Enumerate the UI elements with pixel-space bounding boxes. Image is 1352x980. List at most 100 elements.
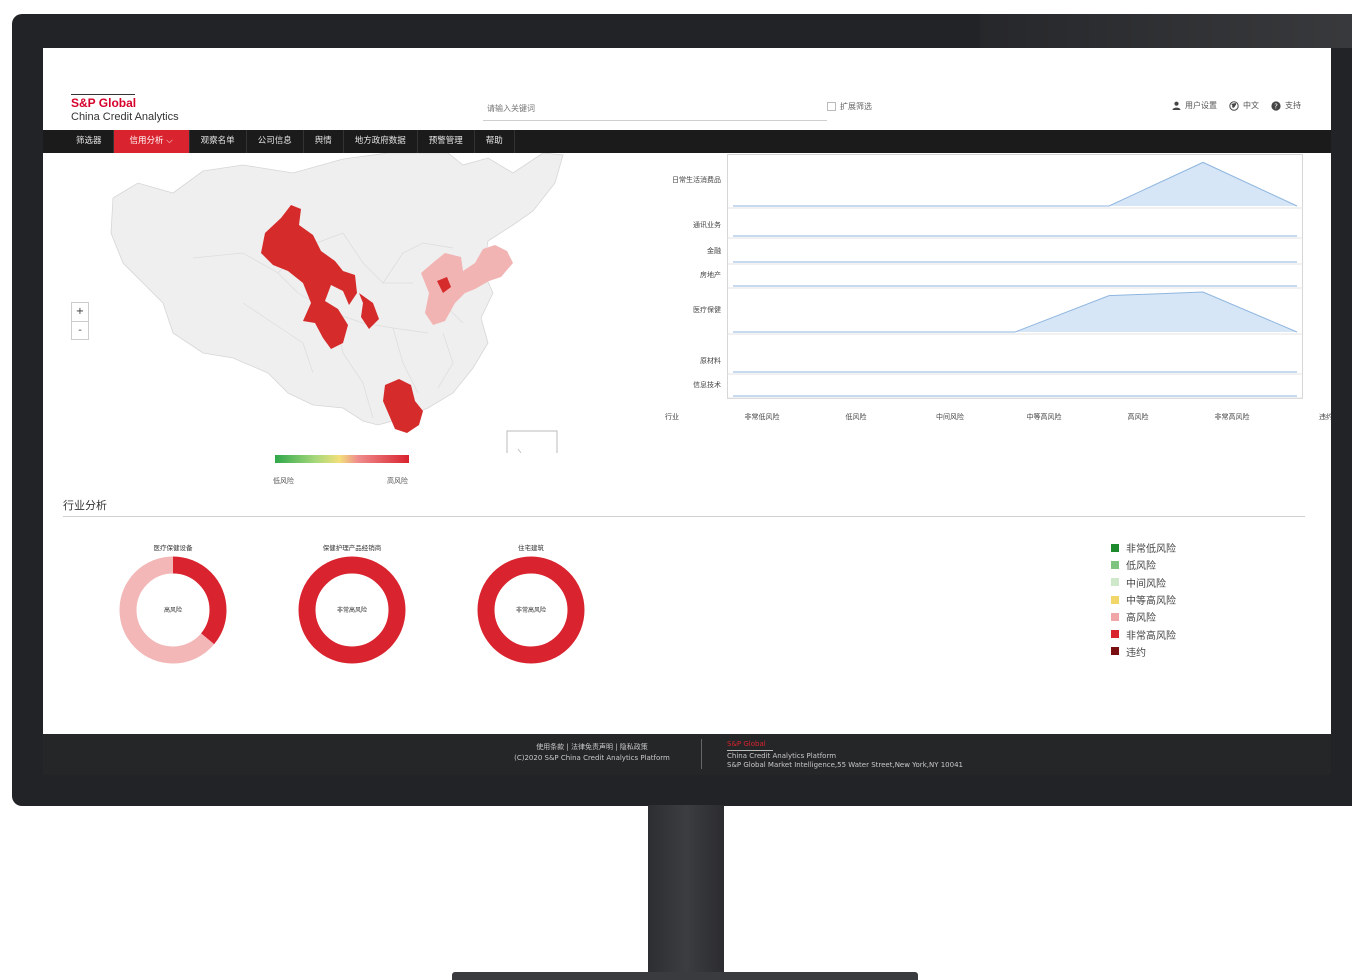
map-region-base [110, 152, 564, 426]
user-settings-link[interactable]: 用户设置 [1172, 100, 1217, 111]
zoom-out-button[interactable]: - [72, 321, 88, 339]
china-risk-map[interactable] [43, 152, 603, 494]
expand-filter[interactable]: 扩展筛选 [827, 101, 872, 112]
logo-brand: S&P Global [71, 96, 137, 110]
x-tick-label: 中等高风险 [1026, 413, 1062, 421]
monitor-stand [648, 805, 724, 980]
legend-label: 中等高风险 [1126, 596, 1176, 608]
footer-address: S&P Global Market Intelligence,55 Water … [727, 761, 963, 769]
monitor-stand-base [452, 972, 918, 980]
legend-item[interactable]: 高风险 [1111, 608, 1176, 625]
legend-low-label: 低风险 [273, 477, 294, 485]
nav-item[interactable]: 公司信息 [247, 130, 304, 153]
x-tick-label: 非常低风险 [744, 413, 780, 421]
language-label: 中文 [1243, 101, 1259, 110]
legend-swatch [1111, 647, 1119, 656]
industry-risk-chart: 日常生活消费品通讯业务金融房地产医疗保健原材料信息技术行业 非常低风险 低风险 中间风… [633, 154, 1331, 434]
monitor-glare [980, 14, 1352, 48]
legend-label: 非常高风险 [1126, 630, 1176, 642]
y-axis-label: 医疗保健 [693, 306, 721, 314]
nav-item[interactable]: 筛选器 [65, 130, 114, 153]
support-label: 支持 [1285, 101, 1301, 110]
svg-text:?: ? [1274, 102, 1278, 110]
expand-filter-checkbox[interactable] [827, 102, 836, 111]
help-icon: ? [1271, 100, 1281, 111]
main-nav: 筛选器 信用分析 ⌵ 观察名单 公司信息 舆情 地方政府数据 预警管理 帮助 [43, 130, 1331, 153]
legend-label: 中间风险 [1126, 578, 1166, 590]
legend-label: 违约 [1126, 647, 1146, 659]
footer-divider [701, 739, 702, 769]
legend-swatch [1111, 630, 1119, 639]
series-area [733, 292, 1297, 332]
x-tick-label: 违约 [1319, 413, 1331, 421]
nav-item[interactable]: 信用分析 ⌵ [113, 130, 190, 153]
legend-item[interactable]: 中等高风险 [1111, 591, 1176, 608]
risk-legend: 非常低风险低风险中间风险中等高风险高风险非常高风险违约 [1111, 539, 1176, 660]
language-link[interactable]: 中文 [1229, 100, 1259, 111]
chart-plot-area [727, 154, 1303, 399]
footer-right: S&P Global China Credit Analytics Platfo… [727, 740, 963, 771]
legend-item[interactable]: 中间风险 [1111, 574, 1176, 591]
legend-item[interactable]: 低风险 [1111, 556, 1176, 573]
nav-item[interactable]: 舆情 [304, 130, 344, 153]
donut-center-label: 高风险 [163, 607, 182, 614]
south-sea-inset [506, 430, 558, 494]
legend-item[interactable]: 非常低风险 [1111, 539, 1176, 556]
footer-copyright: (C)2020 S&P China Credit Analytics Platf… [514, 754, 670, 762]
x-tick-label: 中间风险 [936, 413, 964, 421]
header-actions: 用户设置 中文 ? 支持 [1172, 100, 1301, 111]
footer-platform: China Credit Analytics Platform [727, 751, 837, 760]
expand-filter-label: 扩展筛选 [840, 102, 872, 111]
logo-rule [71, 94, 135, 95]
footer-brand-rule [727, 749, 773, 751]
donut-center-label: 非常高风险 [336, 607, 367, 614]
x-tick-label: 低风险 [845, 413, 867, 421]
section-title: 行业分析 [63, 499, 107, 512]
legend-swatch [1111, 560, 1119, 569]
y-axis-label: 金融 [707, 247, 721, 255]
footer-links[interactable]: 使用条款 | 法律免责声明 | 隐私政策 [483, 742, 701, 753]
south-sea-islands [512, 448, 544, 488]
search-input[interactable] [483, 97, 827, 121]
logo[interactable]: S&P Global China Credit Analytics [71, 94, 179, 124]
nav-item[interactable]: 观察名单 [190, 130, 247, 153]
legend-swatch [1111, 578, 1119, 587]
x-tick-label: 高风险 [1127, 413, 1149, 421]
zoom-in-button[interactable]: + [72, 303, 88, 321]
legend-label: 非常低风险 [1126, 544, 1176, 556]
section-divider [63, 516, 1305, 517]
y-axis-label: 信息技术 [693, 381, 721, 389]
legend-high-label: 高风险 [387, 477, 408, 485]
nav-item[interactable]: 帮助 [475, 130, 515, 153]
user-settings-label: 用户设置 [1185, 101, 1217, 110]
y-axis-label: 原材料 [700, 357, 721, 365]
legend-item[interactable]: 违约 [1111, 643, 1176, 660]
legend-swatch [1111, 595, 1119, 604]
legend-label: 高风险 [1126, 613, 1156, 625]
map-canvas [110, 152, 564, 494]
legend-swatch [1111, 543, 1119, 552]
app-header: S&P Global China Credit Analytics 扩展筛选 用… [43, 48, 1331, 130]
footer-brand: S&P Global [727, 740, 766, 748]
y-axis-label: 日常生活消费品 [672, 176, 721, 184]
legend-label: 低风险 [1126, 561, 1156, 573]
nav-item[interactable]: 地方政府数据 [344, 130, 418, 153]
x-axis-title: 行业 [665, 413, 679, 421]
legend-swatch [1111, 612, 1119, 621]
risk-gradient-legend [275, 455, 409, 463]
support-link[interactable]: ? 支持 [1271, 100, 1301, 111]
logo-subtitle: China Credit Analytics [71, 111, 179, 123]
app-screen: S&P Global China Credit Analytics 扩展筛选 用… [43, 48, 1331, 775]
footer: 使用条款 | 法律免责声明 | 隐私政策 (C)2020 S&P China C… [43, 734, 1331, 775]
x-tick-label: 非常高风险 [1214, 413, 1250, 421]
series-area [733, 162, 1297, 206]
map-zoom-control: + - [71, 302, 89, 340]
y-axis-label: 通讯业务 [693, 221, 721, 229]
y-axis-label: 房地产 [700, 271, 721, 279]
nav-item[interactable]: 预警管理 [418, 130, 475, 153]
globe-icon [1229, 100, 1239, 111]
legend-item[interactable]: 非常高风险 [1111, 625, 1176, 642]
footer-left: 使用条款 | 法律免责声明 | 隐私政策 (C)2020 S&P China C… [483, 742, 701, 764]
donut-center-label: 非常高风险 [515, 607, 546, 614]
user-icon [1172, 101, 1181, 110]
